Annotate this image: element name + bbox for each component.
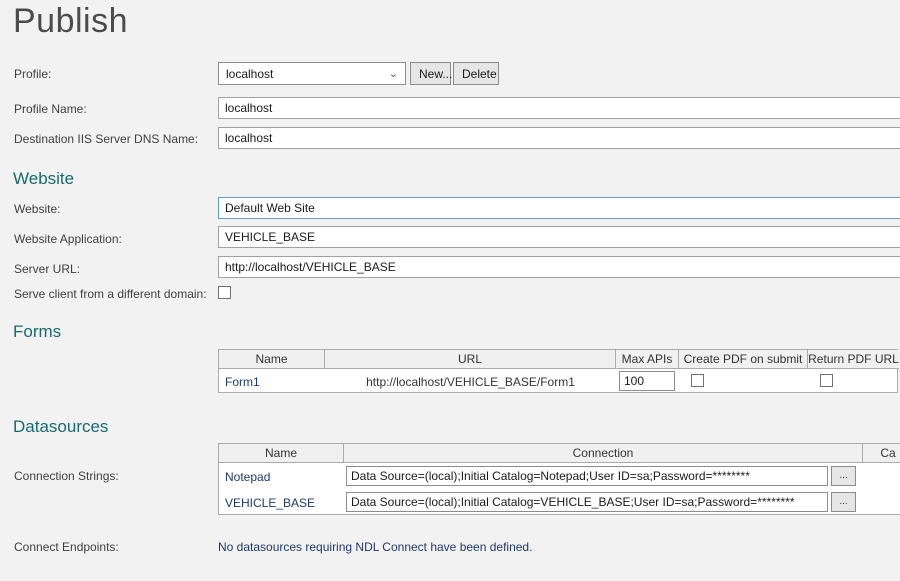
profile-selected-value: localhost	[226, 67, 273, 81]
create-pdf-checkbox[interactable]	[691, 374, 704, 387]
destination-dns-input[interactable]	[218, 127, 900, 149]
browse-connection-button[interactable]: ...	[831, 466, 856, 486]
connect-endpoints-message: No datasources requiring NDL Connect hav…	[218, 540, 532, 554]
website-application-label: Website Application:	[14, 232, 122, 246]
profile-label: Profile:	[14, 67, 51, 81]
website-input[interactable]	[218, 197, 900, 219]
form-name-link[interactable]: Form1	[225, 370, 260, 393]
server-url-input[interactable]	[218, 256, 900, 278]
browse-connection-button[interactable]: ...	[831, 492, 856, 512]
connect-endpoints-label: Connect Endpoints:	[14, 540, 119, 554]
datasources-table: Name Connection Ca Notepad ... VEHICLE_B…	[218, 443, 900, 515]
datasource-name-link[interactable]: Notepad	[225, 464, 270, 490]
profile-name-label: Profile Name:	[14, 102, 87, 116]
profile-name-input[interactable]	[218, 97, 900, 119]
publish-page: Publish Profile: localhost ⌄ New... Dele…	[0, 0, 900, 581]
datasource-name-link[interactable]: VEHICLE_BASE	[225, 490, 315, 516]
profile-select[interactable]: localhost ⌄	[218, 62, 406, 85]
website-label: Website:	[14, 202, 60, 216]
website-section-heading: Website	[13, 169, 74, 189]
forms-col-max-apis: Max APIs	[616, 350, 679, 369]
datasources-col-clipped: Ca	[863, 444, 900, 463]
datasources-col-connection: Connection	[344, 444, 863, 463]
forms-col-return-pdf: Return PDF URL	[808, 350, 899, 369]
return-pdf-checkbox[interactable]	[820, 374, 833, 387]
delete-profile-button[interactable]: Delete	[453, 62, 499, 85]
datasources-section-heading: Datasources	[13, 417, 108, 437]
forms-section-heading: Forms	[13, 322, 61, 342]
connection-strings-label: Connection Strings:	[14, 469, 119, 483]
forms-col-name: Name	[219, 350, 325, 369]
datasources-col-name: Name	[219, 444, 344, 463]
server-url-label: Server URL:	[14, 262, 80, 276]
chevron-down-icon: ⌄	[389, 69, 398, 79]
page-title: Publish	[13, 2, 128, 41]
new-profile-button[interactable]: New...	[410, 62, 451, 85]
website-application-input[interactable]	[218, 226, 900, 248]
serve-client-checkbox[interactable]	[218, 286, 231, 299]
connection-string-input[interactable]	[346, 466, 828, 486]
forms-col-create-pdf: Create PDF on submit	[679, 350, 808, 369]
form-url-value: http://localhost/VEHICLE_BASE/Form1	[325, 370, 616, 393]
max-apis-input[interactable]	[619, 371, 675, 391]
serve-client-label: Serve client from a different domain:	[14, 287, 207, 301]
forms-table: Name URL Max APIs Create PDF on submit R…	[218, 349, 898, 393]
forms-col-url: URL	[325, 350, 616, 369]
destination-dns-label: Destination IIS Server DNS Name:	[14, 132, 198, 146]
connection-string-input[interactable]	[346, 492, 828, 512]
